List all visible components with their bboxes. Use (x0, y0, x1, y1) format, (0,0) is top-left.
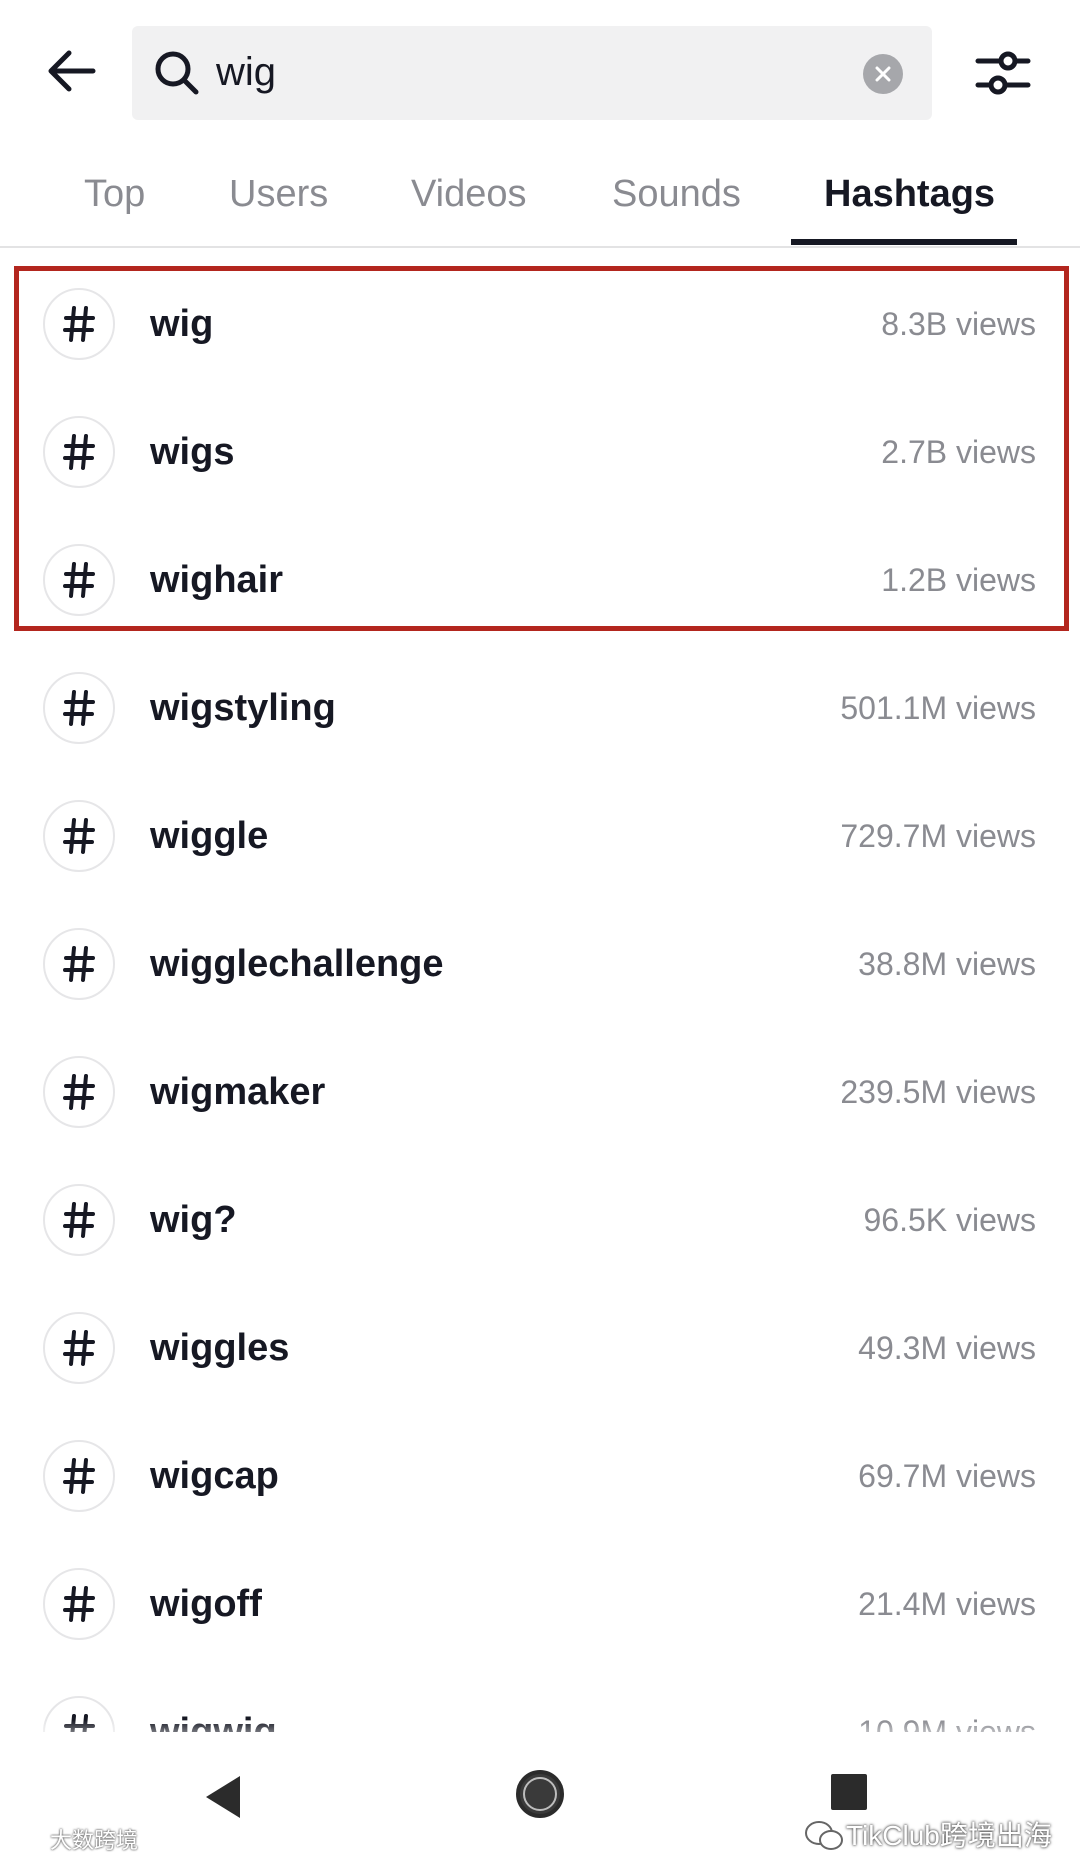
hashtag-views: 501.1M views (840, 690, 1036, 726)
nav-recent-button[interactable] (829, 1772, 869, 1812)
clear-search-button[interactable] (863, 54, 903, 94)
square-recent-icon (831, 1774, 867, 1810)
hashtag-name: wiggle (150, 815, 269, 857)
hashtag-icon (43, 800, 115, 872)
tab-sounds[interactable]: Sounds (612, 170, 741, 218)
hashtag-views: 1.2B views (881, 562, 1036, 598)
watermark-right: TikClub跨境出海 (846, 1820, 1052, 1851)
list-fade (0, 1720, 1080, 1750)
hashtag-row[interactable]: wighair 1.2B views (0, 518, 1080, 646)
sliders-icon (975, 51, 1031, 95)
hashtag-row[interactable]: wiggle 729.7M views (0, 774, 1080, 902)
hashtag-icon (43, 1440, 115, 1512)
tabs-divider (0, 246, 1080, 248)
search-icon (152, 48, 202, 98)
hashtag-icon (43, 544, 115, 616)
hashtag-name: wighair (150, 559, 284, 601)
hashtag-icon (43, 1184, 115, 1256)
circle-home-icon (516, 1770, 564, 1818)
active-tab-indicator (791, 239, 1017, 245)
hashtag-views: 21.4M views (858, 1586, 1036, 1622)
hashtag-row[interactable]: wig 8.3B views (0, 262, 1080, 390)
hashtag-icon (43, 1568, 115, 1640)
hashtag-icon (43, 1056, 115, 1128)
hashtag-icon (43, 1312, 115, 1384)
nav-home-button[interactable] (514, 1768, 566, 1820)
hashtag-icon (43, 288, 115, 360)
hashtag-row[interactable]: wig? 96.5K views (0, 1158, 1080, 1286)
hashtag-name: wigoff (150, 1583, 262, 1625)
search-input[interactable]: wig (216, 44, 276, 100)
hashtag-row[interactable]: wigmaker 239.5M views (0, 1030, 1080, 1158)
hashtag-name: wig? (150, 1199, 237, 1241)
tab-hashtags[interactable]: Hashtags (824, 170, 995, 218)
tab-videos[interactable]: Videos (411, 170, 527, 218)
hashtag-icon (43, 928, 115, 1000)
tab-top[interactable]: Top (84, 170, 145, 218)
arrow-left-icon (48, 50, 96, 92)
hashtag-name: wig (150, 303, 214, 345)
hashtag-row[interactable]: wigstyling 501.1M views (0, 646, 1080, 774)
hashtag-views: 96.5K views (863, 1202, 1036, 1238)
hashtag-row[interactable]: wigcap 69.7M views (0, 1414, 1080, 1542)
hashtag-name: wigcap (150, 1455, 279, 1497)
hashtag-views: 239.5M views (840, 1074, 1036, 1110)
hashtag-row[interactable]: wigs 2.7B views (0, 390, 1080, 518)
hashtag-icon (43, 672, 115, 744)
hashtag-views: 38.8M views (858, 946, 1036, 982)
hashtag-name: wigstyling (150, 687, 336, 729)
hashtag-views: 8.3B views (881, 306, 1036, 342)
hashtag-name: wigs (150, 431, 235, 473)
tab-users[interactable]: Users (229, 170, 328, 218)
hashtag-views: 69.7M views (858, 1458, 1036, 1494)
nav-back-button[interactable] (200, 1772, 250, 1822)
filter-button[interactable] (972, 44, 1034, 102)
hashtag-name: wigglechallenge (150, 943, 444, 985)
hashtag-row[interactable]: wigoff 21.4M views (0, 1542, 1080, 1670)
hashtag-views: 729.7M views (840, 818, 1036, 854)
hashtag-row[interactable]: wiggles 49.3M views (0, 1286, 1080, 1414)
triangle-back-icon (206, 1776, 240, 1818)
back-button[interactable] (40, 40, 102, 102)
hashtag-views: 49.3M views (858, 1330, 1036, 1366)
watermark-left: 大数跨境 (50, 1828, 139, 1853)
clear-x-icon (875, 66, 891, 82)
hashtag-views: 2.7B views (881, 434, 1036, 470)
hashtag-name: wiggles (150, 1327, 290, 1369)
hashtag-list: wig 8.3B views wigs 2.7B views wighair 1… (0, 262, 1080, 1732)
hashtag-name: wigmaker (150, 1071, 326, 1113)
hashtag-row[interactable]: wigglechallenge 38.8M views (0, 902, 1080, 1030)
wechat-logo-icon (804, 1820, 844, 1852)
hashtag-icon (43, 416, 115, 488)
